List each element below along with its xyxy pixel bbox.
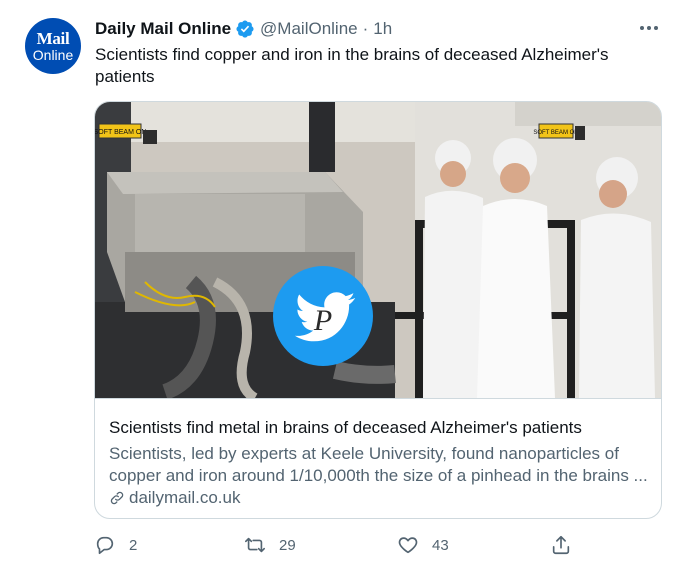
avatar-line1: Mail — [36, 29, 70, 48]
card-domain-text: dailymail.co.uk — [129, 488, 241, 507]
retweet-icon — [245, 537, 265, 553]
card-title: Scientists find metal in brains of decea… — [109, 418, 582, 437]
avatar[interactable]: Mail Online — [25, 18, 81, 74]
share-button[interactable] — [550, 532, 585, 558]
avatar-line2: Online — [32, 47, 74, 63]
sign-left: SOFT BEAM ON — [95, 129, 146, 136]
tweet-header: Daily Mail Online @MailOnline · 1h — [95, 17, 656, 41]
retweet-count: 29 — [279, 536, 296, 554]
share-icon — [552, 535, 570, 555]
lab-photo: SOFT BEAM ON SOFT BEAM ON — [95, 102, 661, 398]
tweet-text: Scientists find copper and iron in the b… — [95, 45, 609, 86]
sign-right: SOFT BEAM ON — [533, 130, 578, 136]
reply-count: 2 — [129, 536, 138, 554]
account-handle[interactable]: @MailOnline — [260, 19, 358, 39]
more-button[interactable] — [638, 17, 660, 39]
tweet-time[interactable]: 1h — [373, 19, 392, 39]
retweet-button[interactable]: 29 — [244, 532, 296, 558]
like-button[interactable]: 43 — [397, 532, 449, 558]
svg-text:P: P — [313, 304, 332, 337]
reply-button[interactable]: 2 — [94, 532, 137, 558]
like-count: 43 — [432, 536, 449, 554]
account-name[interactable]: Daily Mail Online — [95, 19, 231, 39]
reply-icon — [96, 536, 114, 555]
tweet[interactable]: Mail Online Daily Mail Online @MailOnlin… — [0, 0, 686, 569]
link-card[interactable]: SOFT BEAM ON SOFT BEAM ON P Scientists f… — [94, 101, 662, 519]
card-image: SOFT BEAM ON SOFT BEAM ON P — [95, 102, 661, 398]
header-separator: · — [362, 19, 369, 38]
like-icon — [398, 537, 418, 554]
link-icon — [110, 491, 124, 505]
card-description: Scientists, led by experts at Keele Univ… — [109, 444, 648, 485]
tweet-actions: 2 29 43 — [94, 532, 574, 558]
verified-badge-icon — [236, 20, 254, 38]
bird-watermark-icon: P — [273, 266, 373, 366]
card-body[interactable]: Scientists find metal in brains of decea… — [95, 398, 661, 518]
card-domain[interactable]: dailymail.co.uk — [109, 488, 241, 508]
more-icon — [640, 26, 658, 30]
